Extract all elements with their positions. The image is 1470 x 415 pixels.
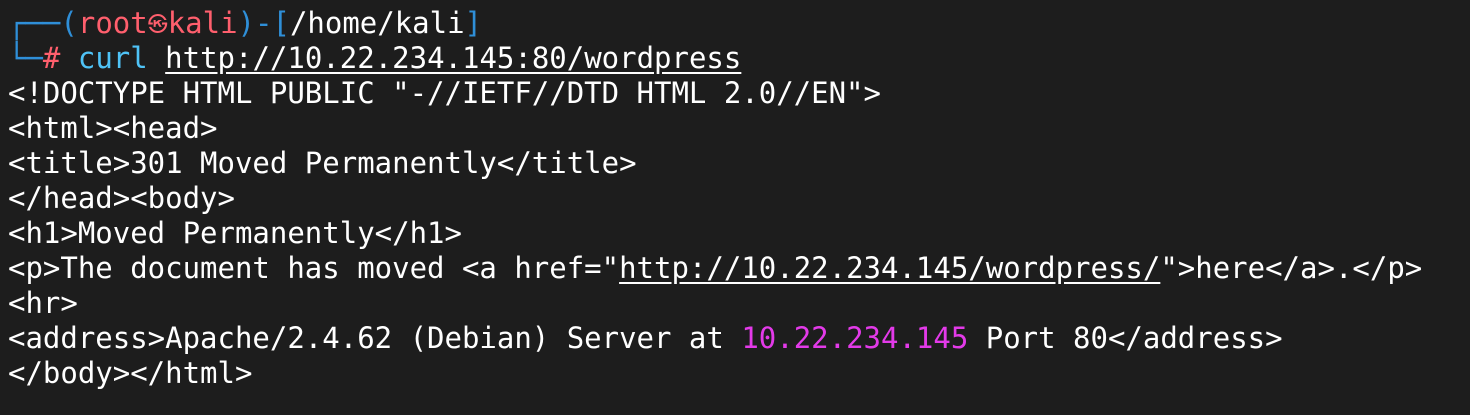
paragraph-suffix: ">here</a>.</p>: [1160, 251, 1423, 285]
prompt-user: root: [77, 6, 148, 40]
paragraph-prefix: <p>The document has moved <a href=": [8, 251, 620, 285]
prompt-close-bracket: ]: [464, 6, 483, 40]
prompt-line-top: ┌──(root㉿kali)-[/home/kali]: [8, 6, 1470, 41]
output-line-h1: <h1>Moved Permanently</h1>: [8, 216, 462, 250]
output-line-doctype: <!DOCTYPE HTML PUBLIC "-//IETF//DTD HTML…: [8, 76, 881, 110]
prompt-host: kali: [167, 6, 238, 40]
kali-symbol-icon: ㉿: [147, 12, 168, 36]
redirect-link[interactable]: http://10.22.234.145/wordpress/: [619, 251, 1160, 285]
command-url[interactable]: http://10.22.234.145:80/wordpress: [165, 41, 741, 75]
command-line[interactable]: └─# curl http://10.22.234.145:80/wordpre…: [8, 41, 1470, 76]
server-ip: 10.22.234.145: [741, 321, 969, 355]
command-name: curl: [77, 41, 148, 75]
output-line-address: <address>Apache/2.4.62 (Debian) Server a…: [8, 321, 1470, 356]
output-line-hr: <hr>: [8, 286, 78, 320]
prompt-corner-bottom: └─: [8, 41, 43, 75]
terminal-window[interactable]: ┌──(root㉿kali)-[/home/kali] └─# curl htt…: [0, 0, 1470, 415]
address-suffix: Port 80</address>: [968, 321, 1283, 355]
output-line-closing: </body></html>: [8, 356, 253, 390]
prompt-corner-top: ┌──: [8, 6, 61, 40]
output-line-html-head: <html><head>: [8, 111, 218, 145]
output-line-paragraph: <p>The document has moved <a href="http:…: [8, 251, 1470, 286]
address-prefix: <address>Apache/2.4.62 (Debian) Server a…: [8, 321, 742, 355]
prompt-hash: #: [42, 41, 61, 75]
prompt-separator: )-[: [237, 6, 290, 40]
output-line-title: <title>301 Moved Permanently</title>: [8, 146, 637, 180]
prompt-open-paren: (: [60, 6, 78, 40]
output-line-head-body: </head><body>: [8, 181, 235, 215]
prompt-path: /home/kali: [289, 6, 465, 40]
